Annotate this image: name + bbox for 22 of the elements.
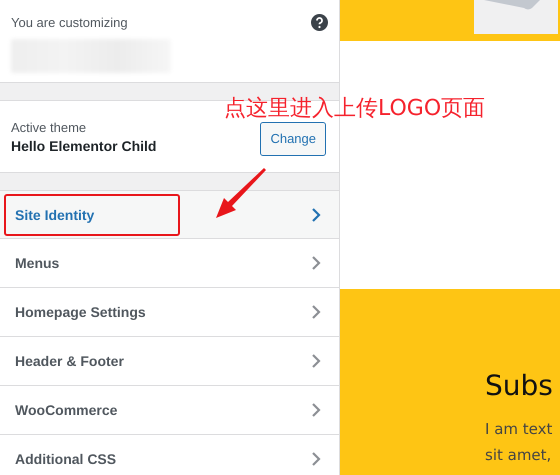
section-item[interactable]: Menus [0,239,339,288]
annotation-text: 点这里进入上传LOGO页面 [224,95,486,123]
chevron-right-icon [311,353,321,369]
section-item[interactable]: Additional CSS [0,435,339,475]
help-icon[interactable] [311,14,328,31]
body-text-line: I am text [485,419,554,440]
chevron-right-icon [311,206,321,222]
body-text-line: sit amet, [485,445,552,466]
section-item[interactable]: Homepage Settings [0,288,339,337]
chevron-right-icon [311,304,321,320]
change-theme-button[interactable]: Change [260,122,326,156]
section-item[interactable]: Site Identity [0,190,339,239]
annotation-arrow [214,168,268,220]
chevron-right-icon [311,402,321,418]
customizing-label: You are customizing [11,15,128,30]
chevron-right-icon [311,451,321,467]
theme-name: Hello Elementor Child [11,138,156,154]
active-theme-label: Active theme [11,120,88,134]
chevron-right-icon [311,255,321,271]
section-item[interactable]: WooCommerce [0,386,339,435]
section-heading: Subs [485,369,554,402]
section-item[interactable]: Header & Footer [0,337,339,386]
